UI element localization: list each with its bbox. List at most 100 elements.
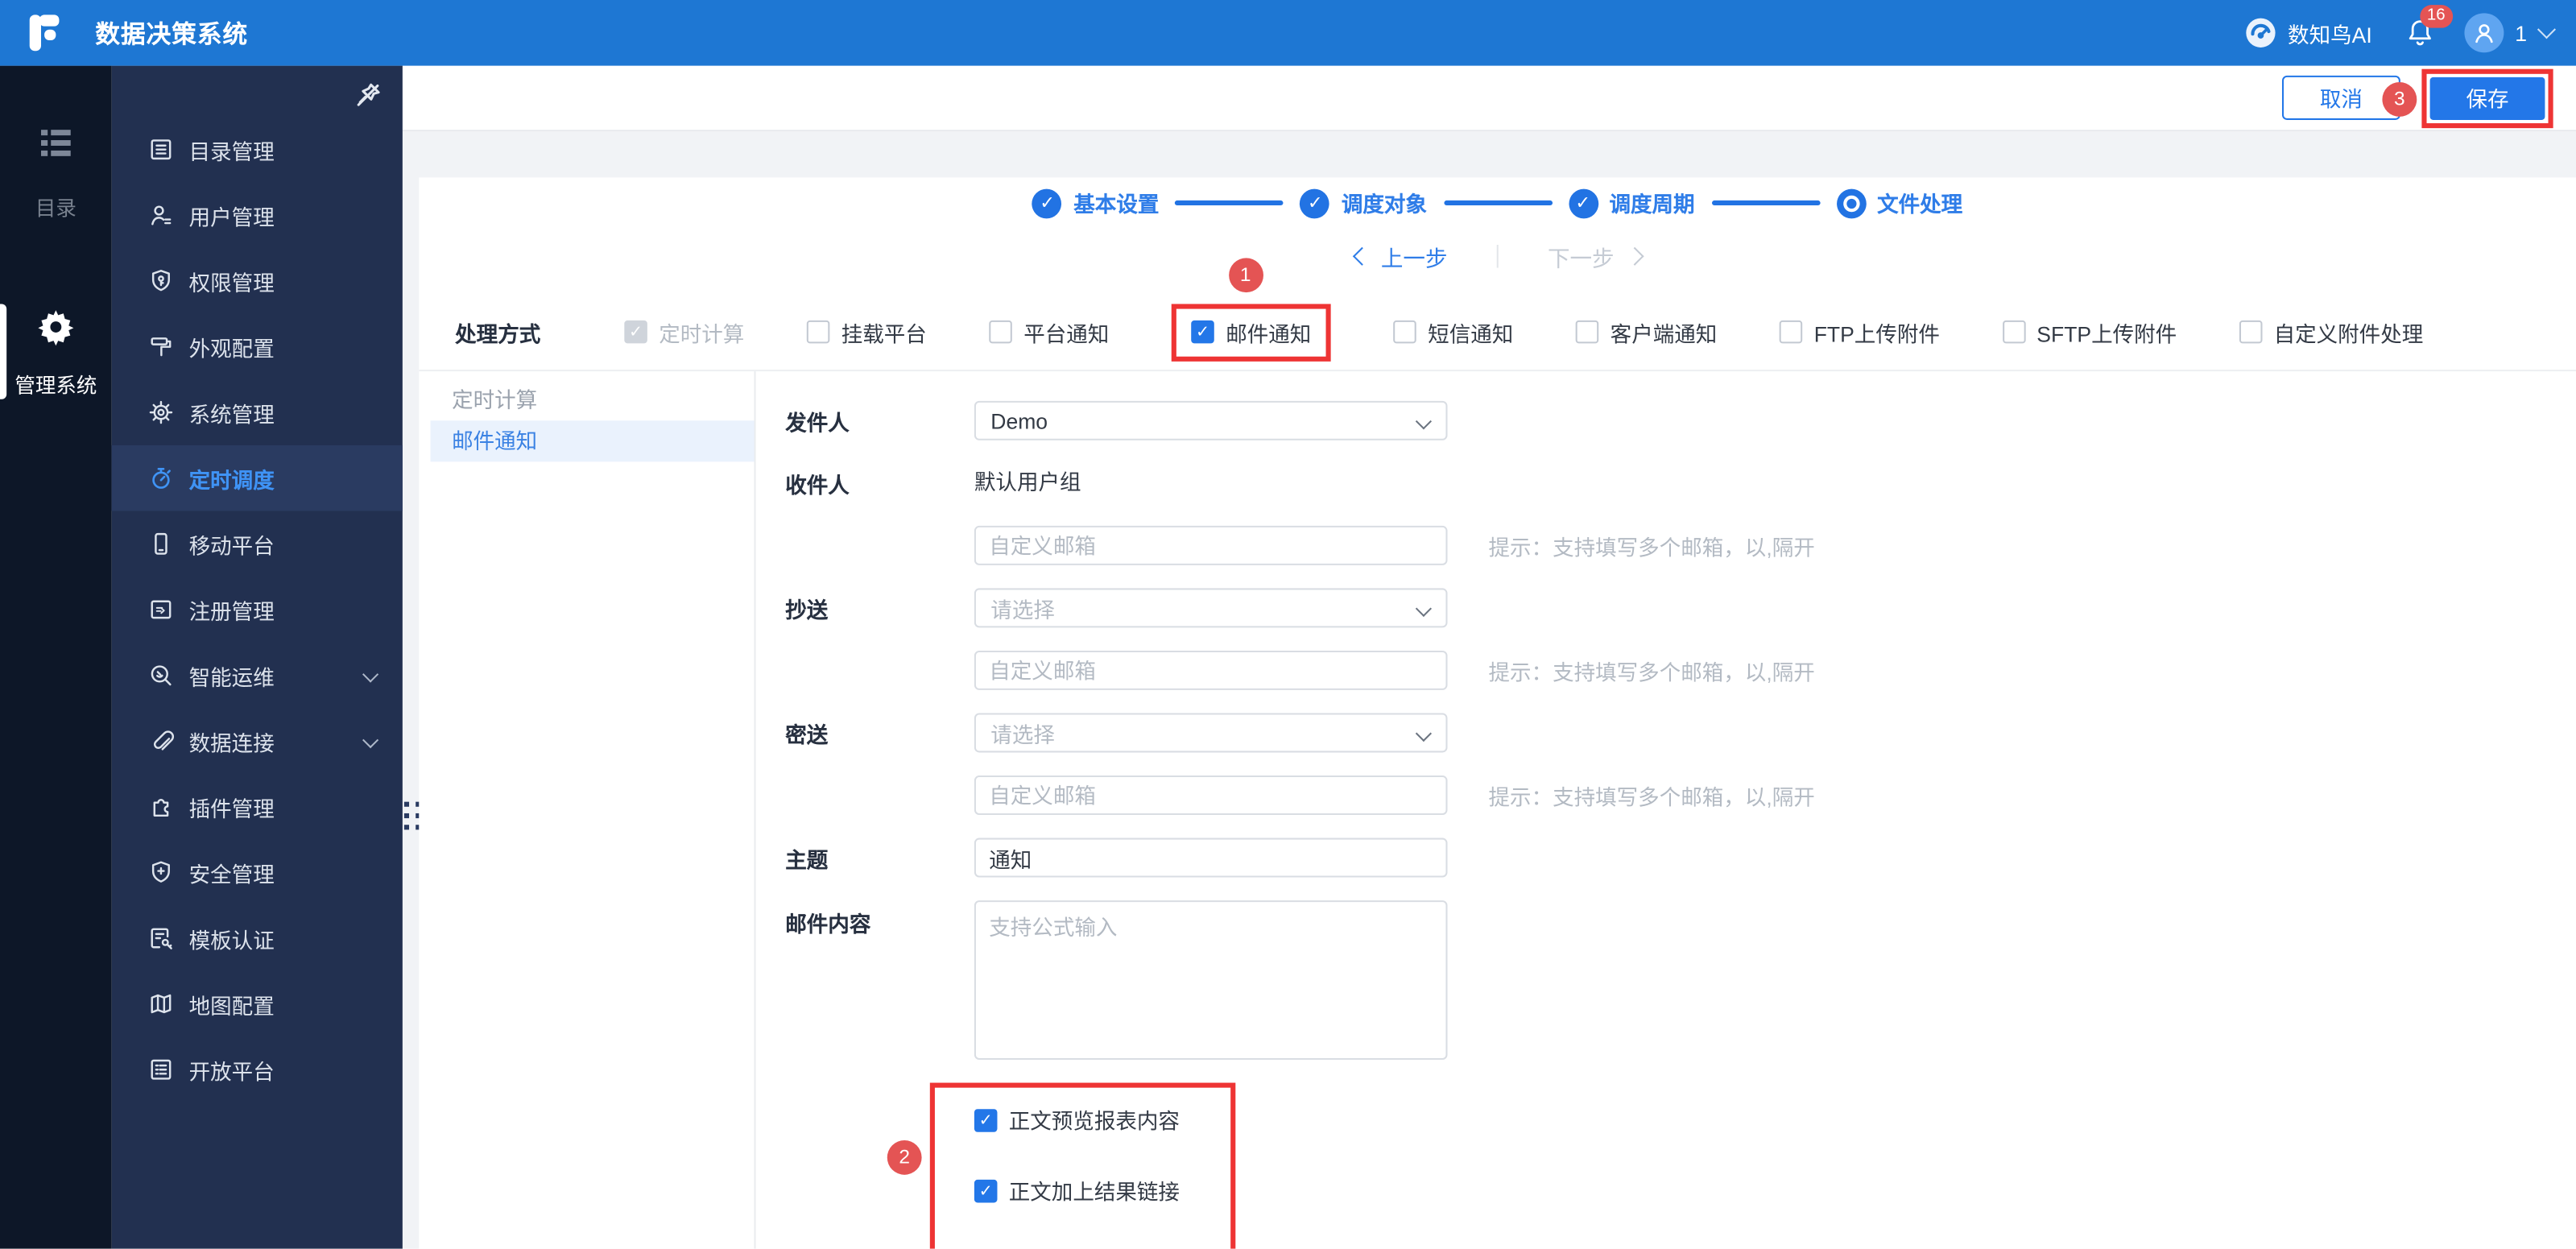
sidenav-item-security-mgmt[interactable]: 安全管理 <box>112 840 403 906</box>
email-hint: 提示：支持填写多个邮箱，以,隔开 <box>1488 784 1815 809</box>
checkbox-unchecked-icon <box>1779 320 1803 344</box>
sidenav-item-data-connection[interactable]: 数据连接 <box>112 708 403 774</box>
sidenav-item-appearance-config[interactable]: 外观配置 <box>112 314 403 380</box>
checkbox-custom-attachment[interactable]: 自定义附件处理 <box>2239 316 2423 348</box>
recipient-label: 收件人 <box>785 472 850 498</box>
chevron-down-icon[interactable] <box>362 666 379 683</box>
notification-badge: 16 <box>2419 5 2453 28</box>
save-button-label: 保存 <box>2466 87 2509 112</box>
user-icon <box>2475 24 2493 43</box>
checkbox-label: 定时计算 <box>659 321 745 346</box>
app-window: 数据决策系统 数知鸟AI 16 1 目录 管理系统 目录管理 用户管理 权限管理… <box>0 0 2576 1249</box>
notifications-button[interactable]: 16 <box>2405 5 2453 48</box>
checkbox-sftp-upload[interactable]: SFTP上传附件 <box>2002 316 2177 348</box>
sidenav-item-catalog-mgmt[interactable]: 目录管理 <box>112 117 403 183</box>
user-icon <box>148 202 175 229</box>
top-bar: 数据决策系统 数知鸟AI 16 1 <box>0 0 2576 66</box>
sidenav-item-scheduled-dispatch[interactable]: 定时调度 <box>111 445 403 511</box>
main-area: 取消 3 保存 基本设置 调度对象 <box>402 65 2576 1249</box>
gear-icon <box>148 399 175 426</box>
recipient-value: 默认用户组 <box>974 469 1081 495</box>
checkbox-platform-notify[interactable]: 平台通知 <box>989 316 1109 348</box>
subject-input[interactable] <box>974 837 1448 878</box>
next-step-button[interactable]: 下一步 <box>1548 240 1644 273</box>
step-label: 调度对象 <box>1341 192 1428 217</box>
gear-icon <box>38 310 74 346</box>
wizard-nav: 上一步 下一步 <box>419 240 2576 273</box>
sidenav-item-permission-mgmt[interactable]: 权限管理 <box>112 248 403 314</box>
user-menu-chevron-icon[interactable] <box>2537 20 2557 39</box>
step-label: 文件处理 <box>1877 192 1963 217</box>
checkbox-mount-platform[interactable]: 挂载平台 <box>806 316 927 348</box>
sender-select[interactable]: Demo <box>974 400 1448 440</box>
sidenav-item-label: 移动平台 <box>188 533 275 558</box>
checkbox-label: 邮件通知 <box>1226 321 1312 346</box>
bcc-custom-email-input[interactable] <box>974 775 1448 815</box>
action-toolbar: 取消 3 保存 <box>402 65 2576 132</box>
step-file-processing[interactable]: 文件处理 <box>1836 188 1962 219</box>
checkbox-sms-notify[interactable]: 短信通知 <box>1393 316 1513 348</box>
rail-item-catalog[interactable]: 目录 <box>0 128 112 221</box>
sidenav-item-plugin-mgmt[interactable]: 插件管理 <box>112 774 403 840</box>
sidenav-item-register-mgmt[interactable]: 注册管理 <box>112 577 403 643</box>
avatar[interactable] <box>2463 13 2504 53</box>
cc-select-placeholder: 请选择 <box>990 597 1055 622</box>
rail-item-admin[interactable]: 管理系统 <box>0 308 112 399</box>
subpanel-item-email-notify[interactable]: 邮件通知 <box>430 420 755 462</box>
sidenav-item-label: 系统管理 <box>188 401 275 427</box>
sidenav-item-template-auth[interactable]: 模板认证 <box>112 905 403 971</box>
sidenav-item-label: 数据连接 <box>188 730 275 755</box>
sidenav-item-intelligent-ops[interactable]: 智能运维 <box>112 643 403 709</box>
sender-label: 发件人 <box>785 410 850 435</box>
bcc-select[interactable]: 请选择 <box>974 713 1448 753</box>
step-basic-settings[interactable]: 基本设置 <box>1032 188 1159 219</box>
cancel-button-label: 取消 <box>2319 87 2363 112</box>
checkbox-use-attachment[interactable]: 使用附件 word,pdf <box>974 1246 1230 1249</box>
recipient-custom-email-input[interactable] <box>974 525 1448 565</box>
doc-list-icon <box>148 136 175 163</box>
cc-select[interactable]: 请选择 <box>974 588 1448 628</box>
sidenav-item-label: 目录管理 <box>188 139 275 164</box>
prev-step-button[interactable]: 上一步 <box>1351 240 1448 273</box>
checkbox-label: 客户端通知 <box>1610 321 1718 346</box>
annotation-badge-1: 1 <box>1228 257 1263 292</box>
rail-active-indicator <box>0 304 7 399</box>
nav-divider <box>1496 245 1499 268</box>
email-content-textarea[interactable] <box>974 900 1448 1060</box>
wizard-card: 基本设置 调度对象 调度周期 文件处理 <box>419 177 2576 1249</box>
cc-custom-email-input[interactable] <box>974 650 1448 690</box>
checkbox-checked-icon <box>1191 320 1214 344</box>
cancel-button[interactable]: 取消 3 <box>2281 75 2417 120</box>
checkbox-ftp-upload[interactable]: FTP上传附件 <box>1779 316 1940 348</box>
mobile-icon <box>148 531 175 557</box>
sidenav-item-label: 用户管理 <box>188 205 275 230</box>
sidenav-item-mobile-platform[interactable]: 移动平台 <box>112 511 403 577</box>
sidenav-item-open-platform[interactable]: 开放平台 <box>112 1036 403 1102</box>
sidenav-item-system-mgmt[interactable]: 系统管理 <box>112 379 403 445</box>
doc-register-icon <box>148 597 175 623</box>
ai-assistant-entry[interactable]: 数知鸟AI <box>2245 16 2372 49</box>
sidenav-item-map-config[interactable]: 地图配置 <box>112 971 403 1037</box>
step-dispatch-object[interactable]: 调度对象 <box>1300 188 1427 219</box>
panel-resize-handle-icon[interactable] <box>403 801 420 829</box>
unpin-sidebar-icon[interactable] <box>354 81 383 110</box>
checkbox-client-notify[interactable]: 客户端通知 <box>1575 316 1718 348</box>
save-button[interactable]: 保存 <box>2429 76 2545 119</box>
checkbox-unchecked-icon <box>806 320 830 344</box>
checkbox-unchecked-icon <box>2002 320 2026 344</box>
step-dispatch-cycle[interactable]: 调度周期 <box>1568 188 1695 219</box>
panel-gutter <box>402 131 420 1249</box>
checkbox-scheduled-calc[interactable]: 定时计算 <box>624 316 744 348</box>
checkbox-preview-report-body[interactable]: 正文预览报表内容 <box>974 1104 1230 1135</box>
checkbox-unchecked-icon <box>989 320 1012 344</box>
chevron-down-icon[interactable] <box>362 732 379 749</box>
subpanel-item-scheduled-calc[interactable]: 定时计算 <box>431 379 755 420</box>
annotation-badge-2: 2 <box>887 1139 922 1175</box>
checkbox-label: 挂载平台 <box>841 321 927 346</box>
sidenav-item-user-mgmt[interactable]: 用户管理 <box>112 182 403 248</box>
checkbox-email-notify[interactable]: 邮件通知 <box>1191 316 1311 348</box>
admin-sidenav: 目录管理 用户管理 权限管理 外观配置 系统管理 定时调度 移动平台 注册管理 … <box>111 65 403 1249</box>
checkbox-append-result-link[interactable]: 正文加上结果链接 <box>974 1175 1230 1206</box>
step-label: 调度周期 <box>1609 192 1695 217</box>
step-done-icon <box>1300 188 1330 218</box>
